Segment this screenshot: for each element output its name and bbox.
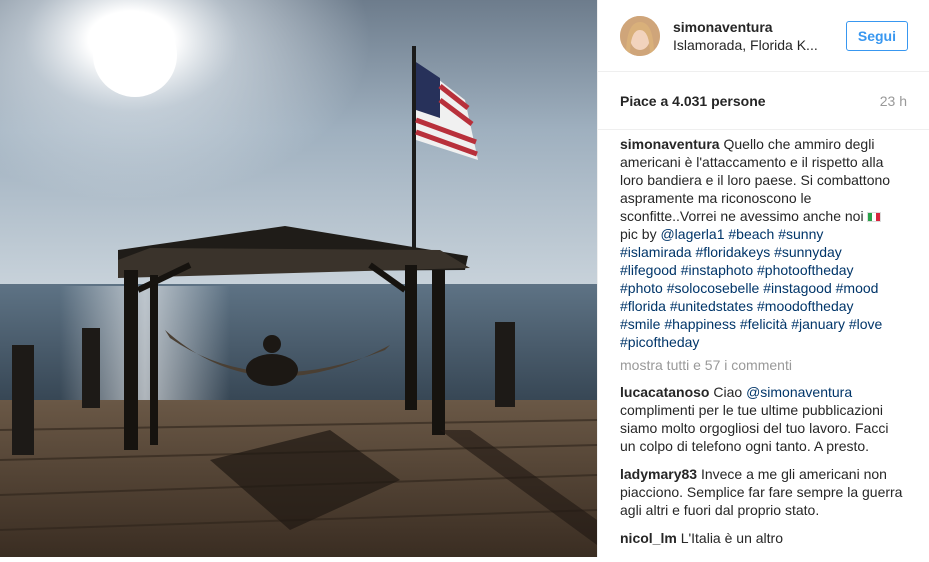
hashtag[interactable]: #photooftheday <box>757 262 854 278</box>
location-link[interactable]: Islamorada, Florida K... <box>673 36 846 54</box>
user-block: simonaventura Islamorada, Florida K... <box>673 18 846 54</box>
italy-flag-icon <box>867 212 882 222</box>
pier-hammock-photo <box>0 0 597 557</box>
caption-mention[interactable]: @lagerla1 <box>660 226 724 242</box>
post-side-panel: simonaventura Islamorada, Florida K... S… <box>597 0 929 562</box>
likes-count[interactable]: Piace a 4.031 persone <box>620 93 766 109</box>
hashtag[interactable]: #felicità <box>740 316 787 332</box>
comments-section: simonaventura Quello che ammiro degli am… <box>598 130 929 562</box>
caption-username[interactable]: simonaventura <box>620 136 720 152</box>
hashtag[interactable]: #sunny <box>778 226 823 242</box>
hashtag[interactable]: #floridakeys <box>695 244 770 260</box>
hashtag[interactable]: #florida <box>620 298 666 314</box>
hashtag[interactable]: #solocosebelle <box>667 280 760 296</box>
follow-button[interactable]: Segui <box>845 20 908 51</box>
hashtag[interactable]: #lifegood <box>620 262 677 278</box>
hashtag[interactable]: #unitedstates <box>670 298 753 314</box>
caption-hashtags: #beach #sunny #islamirada #floridakeys #… <box>620 226 882 350</box>
post-photo[interactable] <box>0 0 597 557</box>
comment-item: lucacatanoso Ciao @simonaventura complim… <box>620 383 907 455</box>
instagram-post-view: simonaventura Islamorada, Florida K... S… <box>0 0 929 562</box>
hashtag[interactable]: #mood <box>836 280 879 296</box>
hashtag[interactable]: #moodoftheday <box>757 298 854 314</box>
avatar[interactable] <box>620 15 660 56</box>
likes-row: Piace a 4.031 persone 23 h <box>598 72 929 130</box>
hashtag[interactable]: #love <box>849 316 882 332</box>
comment-item: ladymary83 Invece a me gli americani non… <box>620 465 907 519</box>
hashtag[interactable]: #smile <box>620 316 660 332</box>
comment-text: complimenti per le tue ultime pubblicazi… <box>620 402 889 454</box>
hashtag[interactable]: #picoftheday <box>620 334 699 350</box>
show-all-comments-link[interactable]: mostra tutti e 57 i commenti <box>620 356 907 374</box>
username-link[interactable]: simonaventura <box>673 18 846 36</box>
post-caption: simonaventura Quello che ammiro degli am… <box>620 135 907 351</box>
hashtag[interactable]: #instagood <box>763 280 832 296</box>
post-header: simonaventura Islamorada, Florida K... S… <box>598 0 929 72</box>
hashtag[interactable]: #photo <box>620 280 663 296</box>
hashtag[interactable]: #beach <box>728 226 774 242</box>
hashtag[interactable]: #january <box>791 316 845 332</box>
post-timestamp[interactable]: 23 h <box>880 93 907 109</box>
hashtag[interactable]: #instaphoto <box>681 262 753 278</box>
comment-text-pre: Ciao <box>713 384 743 400</box>
comment-username[interactable]: ladymary83 <box>620 466 697 482</box>
hashtag[interactable]: #sunnyday <box>774 244 842 260</box>
comment-mention[interactable]: @simonaventura <box>746 384 852 400</box>
hashtag[interactable]: #islamirada <box>620 244 692 260</box>
scroll-fade <box>598 542 929 562</box>
caption-pic-by: pic by <box>620 226 657 242</box>
avatar-image <box>620 15 660 56</box>
hashtag[interactable]: #happiness <box>664 316 736 332</box>
comment-username[interactable]: lucacatanoso <box>620 384 709 400</box>
